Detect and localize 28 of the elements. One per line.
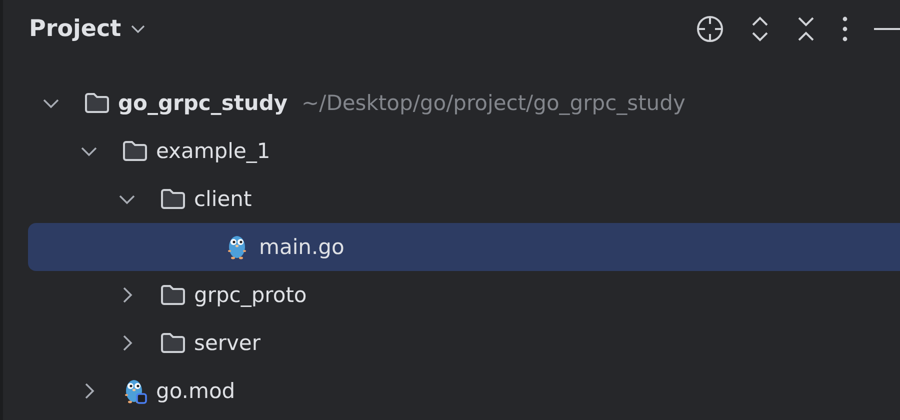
expand-all-icon[interactable] [750, 15, 770, 43]
minimize-icon[interactable] [874, 27, 900, 31]
item-label: go_grpc_study [118, 91, 288, 115]
item-label: go.mod [156, 379, 236, 403]
item-label: example_1 [156, 139, 270, 163]
item-label: main.go [259, 235, 344, 259]
tree-item[interactable]: grpc_proto [28, 271, 900, 319]
tree-item[interactable]: client [28, 175, 900, 223]
folder-icon [160, 284, 186, 306]
folder-icon [84, 92, 110, 114]
item-path: ~/Desktop/go/project/go_grpc_study [302, 91, 686, 115]
more-options-icon[interactable] [842, 16, 848, 42]
chevron-down-icon[interactable] [131, 24, 146, 34]
item-label: server [194, 331, 260, 355]
item-label: client [194, 187, 252, 211]
folder-icon [122, 140, 148, 162]
tree-item[interactable]: go.mod [28, 367, 900, 415]
tree-item[interactable]: server [28, 319, 900, 367]
tree-item[interactable]: main.go [28, 223, 900, 271]
tree-item[interactable]: example_1 [28, 127, 900, 175]
folder-icon [160, 332, 186, 354]
tree-item[interactable]: go_grpc_study ~/Desktop/go/project/go_grpc_study [28, 79, 900, 127]
collapse-all-icon[interactable] [796, 15, 816, 43]
gopher-icon [122, 377, 148, 405]
item-label: grpc_proto [194, 283, 307, 307]
folder-icon [160, 188, 186, 210]
crosshair-icon[interactable] [696, 15, 724, 43]
panel-title[interactable]: Project [29, 16, 122, 42]
